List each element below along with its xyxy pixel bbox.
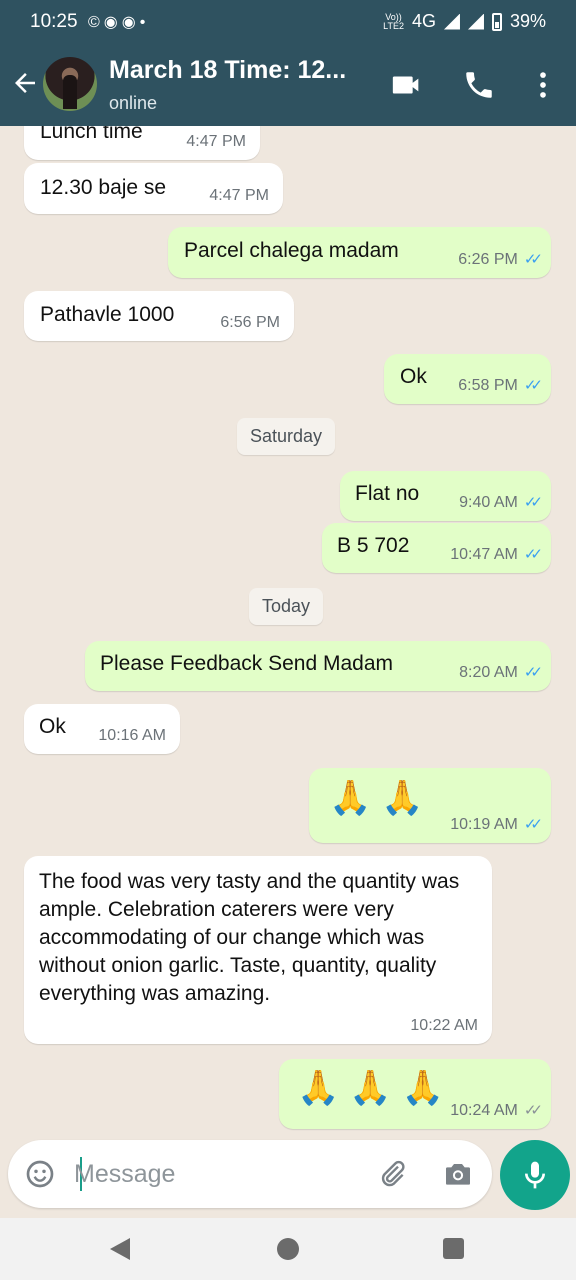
more-icon[interactable] [526, 68, 560, 102]
date-separator: Saturday [237, 418, 336, 455]
chat-title[interactable]: March 18 Time: 12... [109, 56, 346, 85]
message-incoming[interactable]: 12.30 baje se 4:47 PM [24, 163, 283, 214]
status-time: 10:25 [30, 11, 78, 32]
message-time: 6:56 PM [220, 314, 280, 331]
signal-icon [467, 13, 484, 30]
status-right: Vo)) LTE2 4G 39% [383, 11, 546, 32]
read-ticks-icon: ✓✓ [523, 816, 543, 833]
message-time: 4:47 PM [209, 187, 269, 204]
read-ticks-icon: ✓✓ [523, 546, 543, 563]
date-separator: Today [249, 588, 324, 625]
read-ticks-icon: ✓✓ [523, 494, 543, 511]
message-time: 10:16 AM [98, 727, 166, 744]
camera-icon[interactable] [442, 1158, 474, 1190]
message-text: 12.30 baje se [40, 176, 167, 199]
notification-icons: ©◉◉• [88, 12, 149, 32]
message-meta: 6:58 PM ✓✓ [458, 377, 543, 394]
volte-icon: Vo)) LTE2 [383, 11, 404, 31]
message-input[interactable]: Message [74, 1160, 175, 1189]
message-meta: 8:20 AM ✓✓ [459, 664, 543, 681]
message-text: Pathavle 1000 [40, 303, 175, 326]
read-ticks-icon: ✓✓ [523, 377, 543, 394]
message-composer[interactable]: Message [8, 1140, 492, 1208]
dot-icon: • [139, 14, 150, 31]
message-meta: 10:24 AM ✓✓ [450, 1102, 543, 1119]
message-text: The food was very tasty and the quantity… [39, 870, 460, 1005]
message-time: 4:47 PM [186, 133, 246, 150]
battery-percent: 39% [509, 11, 546, 31]
attach-icon[interactable] [376, 1158, 408, 1190]
message-emoji: 🙏🙏🙏 [297, 1069, 455, 1107]
whatsapp-icon: ◉ [103, 14, 122, 31]
message-meta: 6:26 PM ✓✓ [458, 251, 543, 268]
contact-status: online [109, 93, 158, 113]
message-outgoing[interactable]: B 5 702 10:47 AM ✓✓ [322, 523, 551, 573]
read-ticks-icon: ✓✓ [523, 251, 543, 268]
message-text: Lunch time [40, 126, 143, 143]
nav-home-icon[interactable] [277, 1238, 299, 1260]
message-time: 10:22 AM [410, 1017, 478, 1034]
message-text: Please Feedback Send Madam [100, 652, 394, 675]
video-call-icon[interactable] [390, 68, 424, 102]
message-outgoing[interactable]: Flat no 9:40 AM ✓✓ [340, 471, 551, 521]
message-incoming[interactable]: Ok 10:16 AM [24, 704, 180, 754]
battery-icon [491, 12, 502, 31]
message-outgoing[interactable]: Parcel chalega madam 6:26 PM ✓✓ [168, 227, 551, 278]
message-outgoing[interactable]: 🙏🙏🙏 10:24 AM ✓✓ [279, 1059, 551, 1129]
status-bar: 10:25 ©◉◉• Vo)) LTE2 4G 39% [0, 0, 576, 44]
phone-icon[interactable] [462, 68, 496, 102]
message-incoming[interactable]: Lunch time 4:47 PM [24, 126, 260, 160]
message-meta: 10:19 AM ✓✓ [450, 816, 543, 833]
signal-icon [443, 13, 460, 30]
system-nav-bar [0, 1218, 576, 1280]
nav-recents-icon[interactable] [443, 1238, 464, 1259]
message-incoming[interactable]: The food was very tasty and the quantity… [24, 856, 492, 1044]
whatsapp-icon: ◉ [121, 14, 140, 31]
contact-avatar[interactable] [43, 57, 97, 111]
chat-header: March 18 Time: 12... online [0, 44, 576, 126]
message-list: Lunch time 4:47 PM 12.30 baje se 4:47 PM… [0, 126, 576, 1140]
message-emoji: 🙏🙏 [329, 779, 434, 817]
message-outgoing[interactable]: Please Feedback Send Madam 8:20 AM ✓✓ [85, 641, 551, 691]
message-text: Flat no [355, 482, 420, 505]
message-meta: 10:47 AM ✓✓ [450, 546, 543, 563]
message-text: Ok [39, 715, 66, 738]
delivered-ticks-icon: ✓✓ [523, 1102, 543, 1119]
back-arrow-icon[interactable] [10, 68, 40, 98]
message-outgoing[interactable]: 🙏🙏 10:19 AM ✓✓ [309, 768, 551, 843]
message-meta: 9:40 AM ✓✓ [459, 494, 543, 511]
mic-button[interactable] [500, 1140, 570, 1210]
message-outgoing[interactable]: Ok 6:58 PM ✓✓ [384, 354, 551, 404]
c-icon: © [88, 14, 104, 31]
message-text: B 5 702 [337, 534, 410, 557]
nav-back-icon[interactable] [110, 1238, 130, 1260]
message-text: Ok [400, 365, 427, 388]
message-text: Parcel chalega madam [184, 239, 399, 262]
message-incoming[interactable]: Pathavle 1000 6:56 PM [24, 291, 294, 341]
mic-icon [525, 1161, 545, 1189]
read-ticks-icon: ✓✓ [523, 664, 543, 681]
emoji-icon[interactable] [24, 1158, 56, 1190]
network-type: 4G [411, 11, 436, 31]
